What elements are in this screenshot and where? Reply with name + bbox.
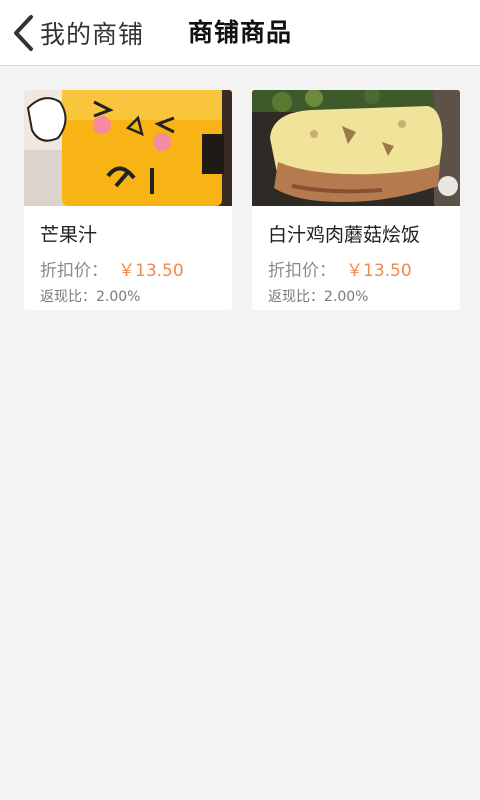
discount-price-row: 折扣价： ￥13.50 [40, 256, 184, 281]
discount-price-label: 折扣价： [40, 261, 108, 281]
product-card-mango-juice[interactable]: 芒果汁 折扣价： ￥13.50 返现比：2.00% [24, 90, 232, 310]
back-button[interactable]: 我的商铺 [8, 10, 144, 56]
product-image-mango-juice [24, 90, 232, 206]
back-button-label: 我的商铺 [40, 20, 145, 49]
cashback-ratio: 返现比：2.00% [268, 289, 369, 305]
discount-price-value: ￥13.50 [346, 261, 412, 281]
product-image-chicken-mushroom-rice [252, 90, 460, 206]
discount-price-row: 折扣价： ￥13.50 [268, 256, 412, 281]
product-card-chicken-mushroom-rice[interactable]: 白汁鸡肉蘑菇烩饭 折扣价： ￥13.50 返现比：2.00% [252, 90, 460, 310]
discount-price-value: ￥13.50 [118, 261, 184, 281]
top-navigation-bar: 我的商铺 商铺商品 [0, 0, 480, 66]
product-name: 白汁鸡肉蘑菇烩饭 [268, 224, 421, 246]
discount-price-label: 折扣价： [268, 261, 336, 281]
chevron-left-icon [8, 10, 38, 56]
cashback-ratio: 返现比：2.00% [40, 289, 141, 305]
product-name: 芒果汁 [40, 224, 98, 246]
